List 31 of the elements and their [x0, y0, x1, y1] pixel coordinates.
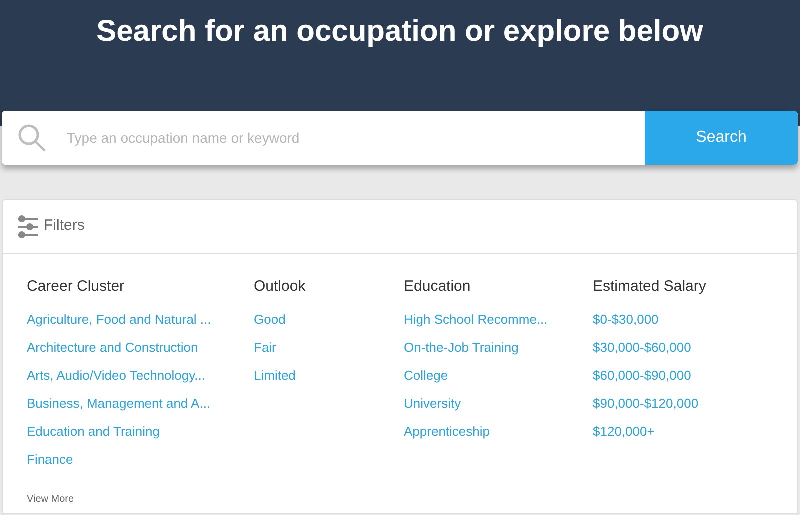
filter-link[interactable]: $60,000-$90,000 [593, 366, 692, 394]
search-field[interactable]: Type an occupation name or keyword [2, 111, 645, 165]
column-heading: Career Cluster [27, 277, 126, 297]
filter-link[interactable]: $30,000-$60,000 [593, 338, 692, 366]
filter-link[interactable]: Finance [27, 450, 74, 478]
filter-link[interactable]: $90,000-$120,000 [593, 394, 699, 422]
filter-link[interactable]: Apprenticeship [404, 422, 490, 450]
filter-link[interactable]: Good [254, 310, 286, 338]
filter-link[interactable]: Arts, Audio/Video Technology... [27, 366, 206, 394]
search-button[interactable]: Search [645, 111, 798, 165]
filter-link[interactable]: $120,000+ [593, 422, 655, 450]
filter-link[interactable]: Architecture and Construction [27, 338, 198, 366]
filter-link[interactable]: University [404, 394, 462, 422]
column-heading: Outlook [254, 277, 307, 297]
filter-link[interactable]: Business, Management and A... [27, 394, 211, 422]
search-bar[interactable]: Type an occupation name or keyword Search [2, 111, 798, 165]
column-heading: Estimated Salary [593, 277, 708, 297]
sliders-icon [16, 214, 40, 238]
view-more-link[interactable]: View More [27, 492, 74, 507]
filter-link[interactable]: College [404, 366, 448, 394]
filter-link[interactable]: High School Recomme... [404, 310, 548, 338]
filters-label: Filters [44, 216, 85, 236]
column-heading: Education [404, 277, 472, 297]
page-title: Search for an occupation or explore below [96, 14, 704, 50]
filter-link[interactable]: Limited [254, 366, 296, 394]
search-icon [17, 123, 47, 153]
filter-link[interactable]: $0-$30,000 [593, 310, 659, 338]
filter-link[interactable]: Education and Training [27, 422, 160, 450]
filter-link[interactable]: Fair [254, 338, 276, 366]
filter-link[interactable]: Agriculture, Food and Natural ... [27, 310, 212, 338]
filter-link[interactable]: On-the-Job Training [404, 338, 519, 366]
